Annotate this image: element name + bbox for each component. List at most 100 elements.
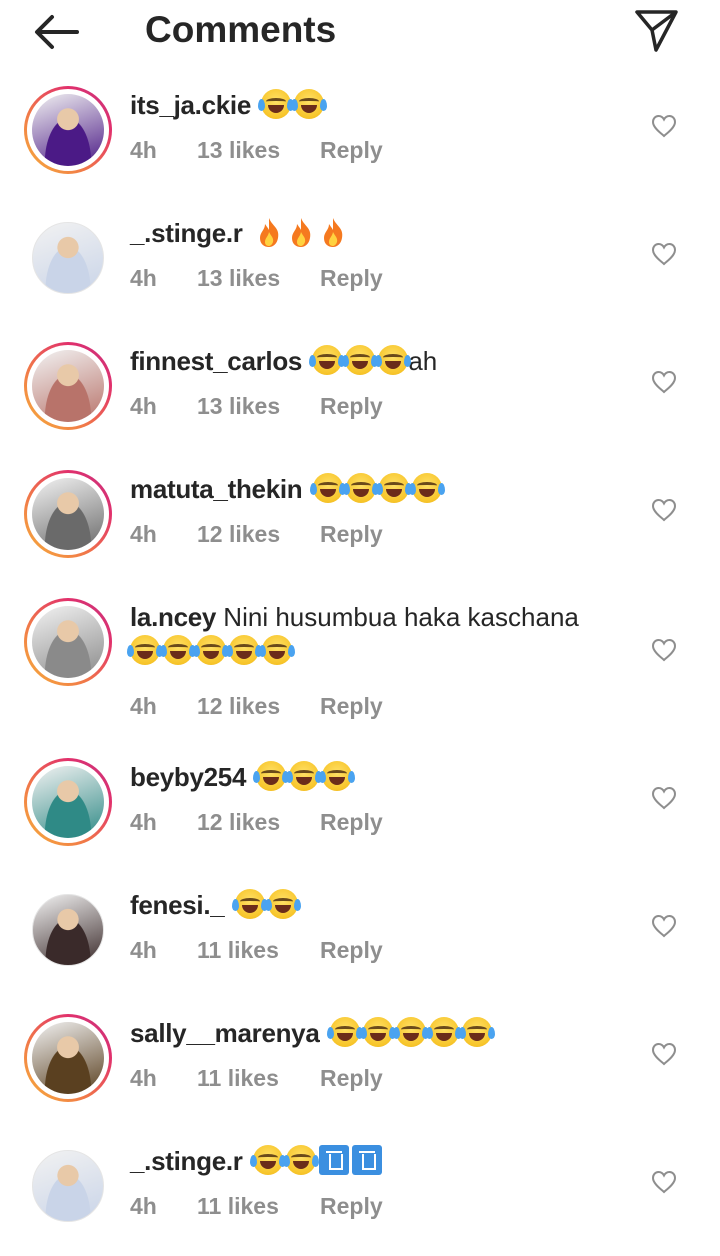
tears-of-joy-emoji-icon (375, 345, 412, 375)
comment-likes[interactable]: 11 likes (197, 935, 279, 965)
comment-likes[interactable]: 13 likes (197, 263, 280, 293)
reply-button[interactable]: Reply (320, 935, 383, 965)
tears-of-joy-emoji-icon (309, 345, 346, 375)
tears-of-joy-emoji-icon (408, 473, 445, 503)
avatar[interactable] (24, 214, 112, 302)
like-heart-icon[interactable] (651, 786, 677, 810)
fire-emoji-icon (259, 218, 279, 247)
reply-button[interactable]: Reply (320, 263, 383, 293)
comment-likes[interactable]: 11 likes (197, 1191, 279, 1221)
avatar[interactable] (24, 598, 112, 686)
reply-button[interactable]: Reply (320, 1191, 383, 1221)
tears-of-joy-emoji-icon (249, 1145, 286, 1175)
tears-of-joy-emoji-icon (253, 761, 290, 791)
comment-likes[interactable]: 12 likes (197, 691, 280, 721)
like-heart-icon[interactable] (651, 1170, 677, 1194)
comment-time: 4h (130, 521, 157, 547)
avatar-image (32, 478, 104, 550)
reply-button[interactable]: Reply (320, 519, 383, 549)
comment-text: _.stinge.r (130, 216, 620, 250)
comment-meta: 4h 11 likes Reply (130, 935, 430, 965)
tears-of-joy-emoji-icon (319, 761, 356, 791)
reply-button[interactable]: Reply (320, 391, 383, 421)
comment-username[interactable]: _.stinge.r (130, 1146, 243, 1176)
comment-username[interactable]: sally__marenya (130, 1018, 320, 1048)
tears-of-joy-emoji-icon (326, 1017, 363, 1047)
comment-item: its_ja.ckie 4h 13 likes Reply (0, 80, 720, 200)
comment-body: Nini husumbua haka kaschana (216, 602, 579, 632)
comment-username[interactable]: fenesi._ (130, 890, 225, 920)
comment-username[interactable]: _.stinge.r (130, 218, 243, 248)
reply-button[interactable]: Reply (320, 135, 383, 165)
paper-plane-icon[interactable] (632, 6, 680, 54)
comment-meta: 4h 12 likes Reply (130, 519, 430, 549)
reply-button[interactable]: Reply (320, 1063, 383, 1093)
avatar-image (32, 94, 104, 166)
comment-time: 4h (130, 937, 157, 963)
comment-text: sally__marenya (130, 1016, 620, 1050)
avatar[interactable] (24, 342, 112, 430)
comment-item: matuta_thekin 4h 12 likes Reply (0, 464, 720, 584)
tears-of-joy-emoji-icon (392, 1017, 429, 1047)
fire-emoji-icon (323, 218, 343, 247)
comment-suffix: ah (408, 346, 438, 376)
avatar[interactable] (24, 470, 112, 558)
like-heart-icon[interactable] (651, 914, 677, 938)
like-heart-icon[interactable] (651, 242, 677, 266)
comment-likes[interactable]: 13 likes (197, 135, 280, 165)
avatar-image (32, 1022, 104, 1094)
comment-meta: 4h 13 likes Reply (130, 391, 430, 421)
avatar-image (32, 222, 104, 294)
comment-username[interactable]: matuta_thekin (130, 474, 303, 504)
avatar[interactable] (24, 886, 112, 974)
tears-of-joy-emoji-icon (160, 635, 196, 665)
reply-button[interactable]: Reply (320, 807, 383, 837)
comment-text: _.stinge.r (130, 1144, 620, 1178)
like-heart-icon[interactable] (651, 1042, 677, 1066)
tears-of-joy-emoji-icon (231, 889, 268, 919)
comment-time: 4h (130, 809, 157, 835)
comment-time: 4h (130, 1193, 157, 1219)
reply-button[interactable]: Reply (320, 691, 383, 721)
tears-of-joy-emoji-icon (259, 635, 295, 665)
avatar-image (32, 894, 104, 966)
comment-username[interactable]: its_ja.ckie (130, 90, 251, 120)
comment-likes[interactable]: 12 likes (197, 807, 280, 837)
fire-emoji-icon (291, 218, 311, 247)
comment-item: finnest_carlos ah 4h 13 likes Reply (0, 336, 720, 456)
comment-item: fenesi._ 4h 11 likes Reply (0, 880, 720, 1000)
comment-time: 4h (130, 393, 157, 419)
comment-time: 4h (130, 265, 157, 291)
tears-of-joy-emoji-icon (309, 473, 346, 503)
comment-text: finnest_carlos ah (130, 344, 620, 378)
comment-item: _.stinge.r 4h 11 likes Reply (0, 1136, 720, 1256)
avatar[interactable] (24, 1014, 112, 1102)
put-litter-in-bin-emoji-icon (351, 1145, 382, 1175)
back-arrow-icon[interactable] (30, 10, 82, 54)
header: Comments (0, 0, 720, 64)
comment-username[interactable]: la.ncey (130, 602, 216, 632)
comment-item: beyby254 4h 12 likes Reply (0, 752, 720, 872)
avatar[interactable] (24, 86, 112, 174)
comment-username[interactable]: finnest_carlos (130, 346, 302, 376)
tears-of-joy-emoji-icon (127, 635, 163, 665)
comment-meta: 4h 11 likes Reply (130, 1063, 430, 1093)
comment-username[interactable]: beyby254 (130, 762, 246, 792)
avatar[interactable] (24, 1142, 112, 1230)
tears-of-joy-emoji-icon (286, 761, 323, 791)
tears-of-joy-emoji-icon (226, 635, 262, 665)
comment-likes[interactable]: 13 likes (197, 391, 280, 421)
like-heart-icon[interactable] (651, 498, 677, 522)
comment-item: sally__marenya 4h 11 likes Reply (0, 1008, 720, 1128)
tears-of-joy-emoji-icon (342, 345, 379, 375)
avatar[interactable] (24, 758, 112, 846)
tears-of-joy-emoji-icon (291, 89, 328, 119)
like-heart-icon[interactable] (651, 638, 677, 662)
like-heart-icon[interactable] (651, 114, 677, 138)
comment-likes[interactable]: 12 likes (197, 519, 280, 549)
comment-item: _.stinge.r 4h 13 likes Reply (0, 208, 720, 328)
comment-likes[interactable]: 11 likes (197, 1063, 279, 1093)
comment-time: 4h (130, 1065, 157, 1091)
like-heart-icon[interactable] (651, 370, 677, 394)
comment-time: 4h (130, 693, 157, 719)
